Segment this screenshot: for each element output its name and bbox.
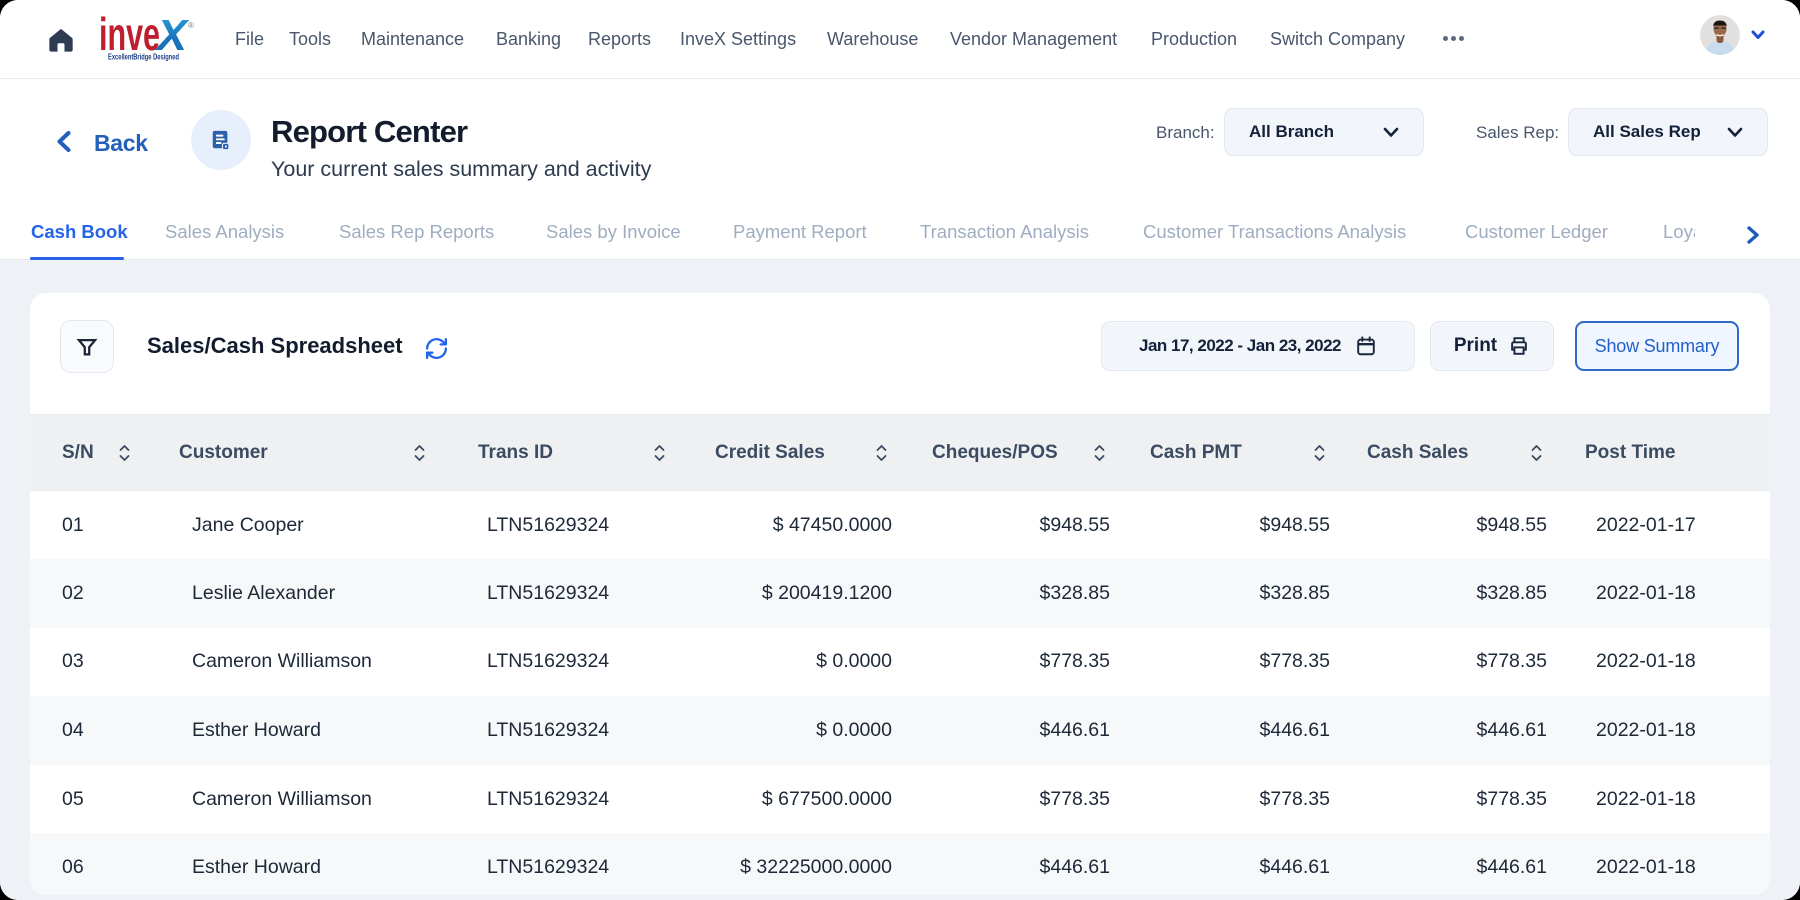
svg-text:®: ® [188, 21, 194, 30]
svg-text:ExcellentBridge Designed: ExcellentBridge Designed [108, 53, 179, 62]
